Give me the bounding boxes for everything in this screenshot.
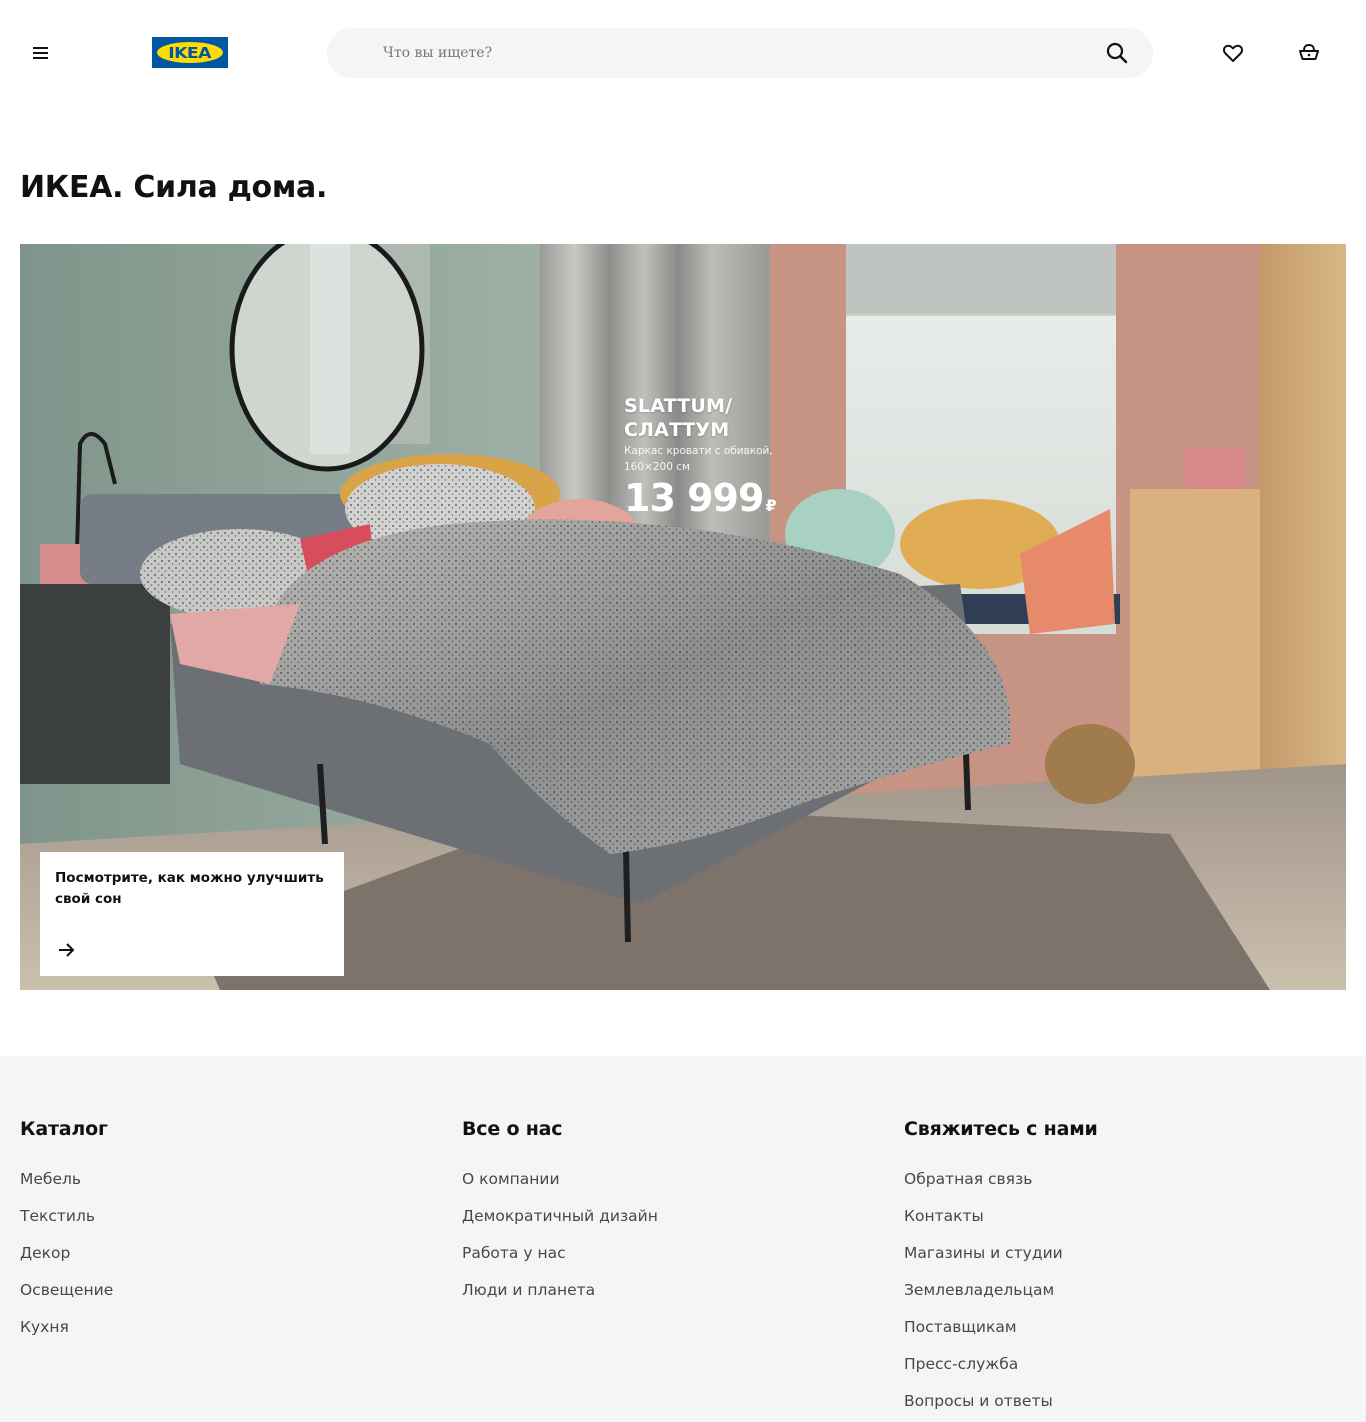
footer-link[interactable]: Контакты: [904, 1198, 1098, 1235]
footer-column-catalog: Каталог Мебель Текстиль Декор Освещение …: [20, 1118, 113, 1346]
footer-heading: Каталог: [20, 1118, 108, 1140]
price-value: 13 999: [624, 476, 764, 520]
product-price: 13 999 ₽: [624, 476, 777, 526]
footer-column-about: Все о нас О компании Демократичный дизай…: [462, 1118, 658, 1309]
footer-link[interactable]: Землевладельцам: [904, 1272, 1098, 1309]
logo-oval: IKEA: [157, 42, 223, 63]
site-footer: Каталог Мебель Текстиль Декор Освещение …: [0, 1056, 1366, 1422]
product-desc-line2: 160×200 см: [624, 461, 690, 473]
footer-link[interactable]: Работа у нас: [462, 1235, 658, 1272]
ikea-logo[interactable]: IKEA: [152, 37, 228, 68]
hamburger-menu-icon[interactable]: [26, 39, 54, 67]
footer-link[interactable]: Демократичный дизайн: [462, 1198, 658, 1235]
footer-heading: Все о нас: [462, 1118, 563, 1140]
footer-link[interactable]: Мебель: [20, 1161, 113, 1198]
hero-banner[interactable]: SLATTUM/ СЛАТТУМ Каркас кровати с обивко…: [20, 244, 1346, 990]
price-currency: ₽: [765, 496, 776, 515]
product-name-line1: SLATTUM/: [624, 395, 733, 417]
sleep-promo-card[interactable]: Посмотрите, как можно улучшить свой сон: [40, 852, 344, 976]
footer-link[interactable]: Кухня: [20, 1309, 113, 1346]
site-header: IKEA: [0, 0, 1366, 106]
footer-link[interactable]: Декор: [20, 1235, 113, 1272]
search-icon[interactable]: [1105, 41, 1129, 65]
footer-link[interactable]: О компании: [462, 1161, 658, 1198]
card-text: Посмотрите, как можно улучшить свой сон: [55, 870, 324, 907]
arrow-right-icon[interactable]: [56, 940, 76, 960]
page-title: ИКЕА. Сила дома.: [20, 170, 328, 205]
product-desc-line1: Каркас кровати с обивкой,: [624, 445, 773, 457]
footer-link[interactable]: Магазины и студии: [904, 1235, 1098, 1272]
logo-text: IKEA: [168, 43, 212, 62]
footer-link[interactable]: Вопросы и ответы: [904, 1383, 1098, 1420]
search-input[interactable]: [327, 28, 1087, 78]
footer-link[interactable]: Освещение: [20, 1272, 113, 1309]
cart-icon[interactable]: [1296, 40, 1322, 66]
menu-bar: [32, 47, 48, 49]
search-bar: [327, 28, 1153, 78]
footer-link[interactable]: Люди и планета: [462, 1272, 658, 1309]
footer-heading: Свяжитесь с нами: [904, 1118, 1098, 1140]
footer-link[interactable]: Текстиль: [20, 1198, 113, 1235]
heart-icon[interactable]: [1220, 40, 1246, 66]
product-name-line2: СЛАТТУМ: [624, 419, 730, 441]
menu-bar: [32, 52, 48, 54]
product-promo[interactable]: SLATTUM/ СЛАТТУМ Каркас кровати с обивко…: [624, 394, 777, 526]
menu-bar: [32, 57, 48, 59]
footer-column-contact: Свяжитесь с нами Обратная связь Контакты…: [904, 1118, 1098, 1420]
footer-link[interactable]: Обратная связь: [904, 1161, 1098, 1198]
footer-link[interactable]: Пресс-служба: [904, 1346, 1098, 1383]
footer-link[interactable]: Поставщикам: [904, 1309, 1098, 1346]
